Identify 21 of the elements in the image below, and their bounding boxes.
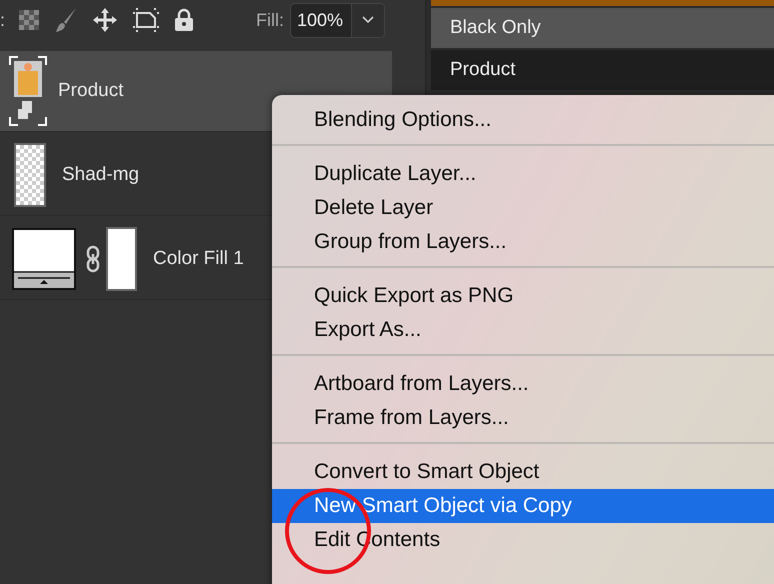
menu-item[interactable]: New Smart Object via Copy: [272, 489, 774, 523]
fill-field[interactable]: 100%: [290, 2, 386, 38]
brush-icon[interactable]: [54, 7, 78, 33]
list-item[interactable]: Product: [431, 50, 774, 90]
list-item[interactable]: Black Only: [431, 8, 774, 48]
menu-item[interactable]: Export As...: [272, 313, 774, 347]
link-icon[interactable]: [86, 245, 100, 273]
artboard-icon[interactable]: [132, 7, 160, 33]
fill-layer-thumbnail: [12, 228, 76, 290]
menu-item[interactable]: Frame from Layers...: [272, 401, 774, 435]
lock-label: :: [0, 10, 6, 30]
lock-icon[interactable]: [174, 8, 194, 32]
smart-object-thumbnail: [8, 55, 48, 127]
menu-item[interactable]: Convert to Smart Object: [272, 455, 774, 489]
mask-thumbnail: [106, 227, 137, 291]
menu-item[interactable]: Artboard from Layers...: [272, 367, 774, 401]
move-icon[interactable]: [92, 7, 118, 33]
chevron-down-icon[interactable]: [362, 16, 374, 24]
transparent-thumbnail: [14, 143, 46, 207]
checkerboard-icon[interactable]: [18, 9, 40, 31]
fill-label: Fill:: [256, 10, 284, 30]
